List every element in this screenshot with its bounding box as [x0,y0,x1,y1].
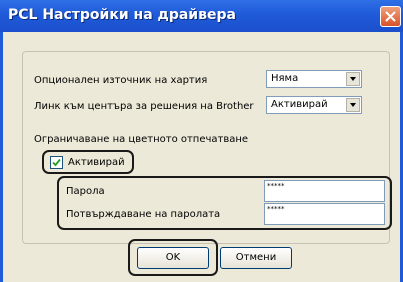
paper-source-label: Опционален източник на хартия [34,75,208,86]
solutions-center-value: Активирай [271,99,328,110]
window-frame-left [0,32,3,282]
password-value: ***** [267,182,285,190]
close-icon [385,11,396,22]
chevron-down-icon[interactable] [346,98,360,112]
paper-source-select[interactable]: Няма [266,70,362,88]
color-restriction-label: Ограничаване на цветното отпечатване [34,134,249,145]
cancel-button-label: Отмени [235,252,277,263]
confirm-password-label: Потвърждаване на паролата [66,209,221,220]
ok-button[interactable]: OK [137,247,209,269]
password-field[interactable]: ***** [264,180,385,202]
chevron-down-icon[interactable] [346,72,360,86]
password-label: Парола [66,186,105,197]
window-title: PCL Настройки на драйвера [8,7,236,23]
solutions-center-select[interactable]: Активирай [266,96,362,114]
close-button[interactable] [380,6,401,27]
solutions-center-label: Линк към центъра за решения на Brother [34,101,254,112]
confirm-password-value: ***** [267,205,285,213]
title-bar: PCL Настройки на драйвера [0,0,403,32]
cancel-button[interactable]: Отмени [220,247,292,269]
driver-settings-dialog: PCL Настройки на драйвера Опционален изт… [0,0,403,282]
confirm-password-field[interactable]: ***** [264,203,385,225]
color-restriction-enable-label: Активирай [68,157,125,168]
ok-button-label: OK [165,252,181,263]
paper-source-value: Няма [271,73,299,84]
color-restriction-checkbox[interactable] [50,156,63,169]
checkmark-icon [52,158,61,167]
